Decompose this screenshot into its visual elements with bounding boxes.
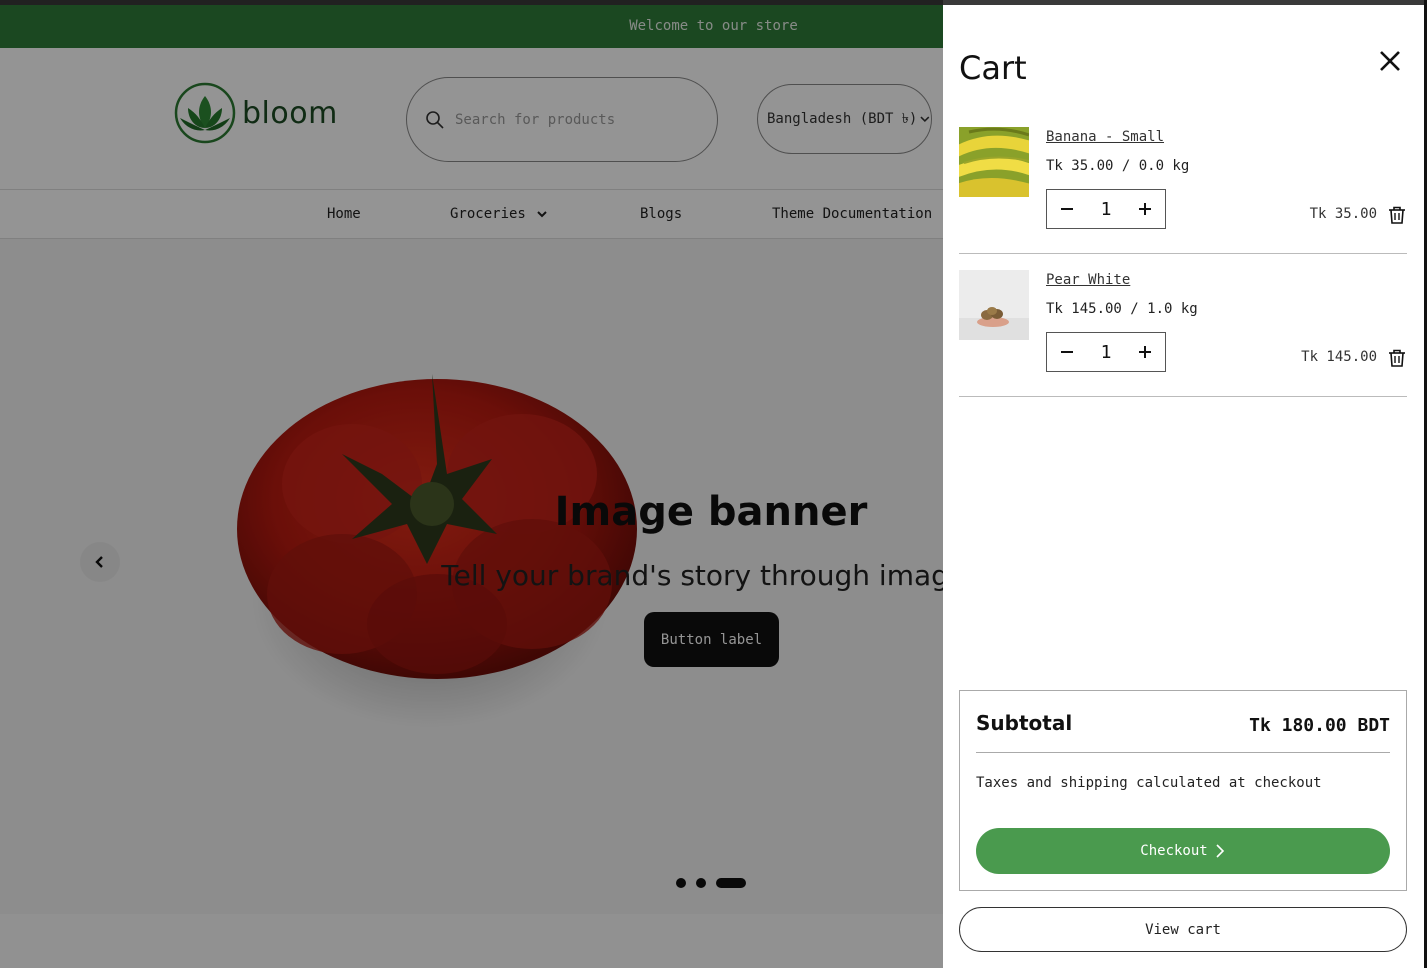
checkout-button[interactable]: Checkout — [976, 828, 1390, 874]
quantity-value[interactable]: 1 — [1087, 199, 1125, 220]
quantity-stepper: 1 — [1046, 332, 1166, 372]
pear-image — [959, 270, 1029, 340]
item-name[interactable]: Pear White — [1046, 272, 1130, 288]
chevron-right-icon — [1216, 844, 1224, 858]
plus-icon — [1139, 346, 1151, 358]
subtotal-label: Subtotal — [976, 711, 1073, 735]
checkout-label: Checkout — [1140, 843, 1208, 859]
drawer-overlay[interactable] — [0, 0, 943, 968]
cart-summary: Subtotal Tk 180.00 BDT Taxes and shippin… — [959, 690, 1407, 891]
item-unit-price: Tk 145.00 / 1.0 kg — [1046, 301, 1198, 317]
increase-quantity-button[interactable] — [1125, 333, 1165, 371]
subtotal-value: Tk 180.00 BDT — [1249, 715, 1390, 736]
decrease-quantity-button[interactable] — [1047, 190, 1087, 228]
item-line-total: Tk 35.00 — [1309, 206, 1377, 222]
item-unit-price: Tk 35.00 / 0.0 kg — [1046, 158, 1190, 174]
tax-note: Taxes and shipping calculated at checkou… — [976, 775, 1322, 791]
remove-item-button[interactable] — [1387, 205, 1407, 225]
close-cart-button[interactable] — [1376, 47, 1404, 75]
cart-item: Pear White Tk 145.00 / 1.0 kg 1 Tk 145.0… — [959, 270, 1407, 397]
decrease-quantity-button[interactable] — [1047, 333, 1087, 371]
cart-title: Cart — [959, 49, 1027, 87]
view-cart-button[interactable]: View cart — [959, 907, 1407, 952]
remove-item-button[interactable] — [1387, 348, 1407, 368]
pear-thumbnail[interactable] — [959, 270, 1029, 340]
plus-icon — [1139, 203, 1151, 215]
minus-icon — [1061, 351, 1073, 353]
quantity-value[interactable]: 1 — [1087, 342, 1125, 363]
cart-item: Banana - Small Tk 35.00 / 0.0 kg 1 Tk 35… — [959, 127, 1407, 254]
minus-icon — [1061, 208, 1073, 210]
close-icon — [1380, 51, 1400, 71]
item-name[interactable]: Banana - Small — [1046, 129, 1164, 145]
increase-quantity-button[interactable] — [1125, 190, 1165, 228]
item-line-total: Tk 145.00 — [1301, 349, 1377, 365]
banana-thumbnail[interactable] — [959, 127, 1029, 197]
banana-image — [959, 127, 1029, 197]
trash-icon — [1389, 349, 1405, 367]
quantity-stepper: 1 — [1046, 189, 1166, 229]
cart-drawer: Cart Banana - Small Tk 35.00 / 0.0 kg 1 — [943, 5, 1424, 968]
trash-icon — [1389, 206, 1405, 224]
summary-divider — [976, 752, 1390, 753]
